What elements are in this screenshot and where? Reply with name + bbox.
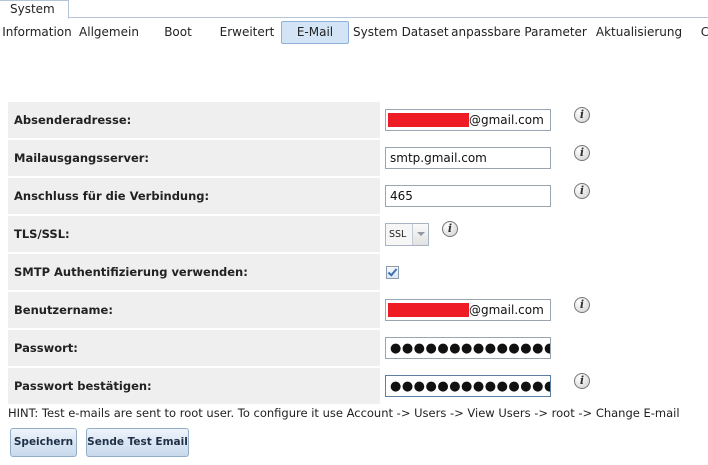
label-port: Anschluss für die Verbindung: bbox=[14, 189, 210, 203]
sender-address-input[interactable]: @gmail.com bbox=[385, 109, 551, 131]
password-input[interactable]: ●●●●●●●●●●●●●●●● bbox=[385, 337, 551, 359]
tab-system[interactable]: System bbox=[0, 0, 69, 19]
info-icon[interactable]: i bbox=[574, 297, 590, 313]
redacted-block bbox=[388, 303, 469, 317]
top-tab-bar: System bbox=[0, 0, 708, 19]
outgoing-server-input[interactable]: smtp.gmail.com bbox=[385, 147, 551, 169]
username-input[interactable]: @gmail.com bbox=[385, 299, 551, 321]
subtab-erweitert[interactable]: Erweitert bbox=[218, 21, 276, 44]
info-icon[interactable]: i bbox=[574, 183, 590, 199]
info-icon[interactable]: i bbox=[574, 373, 590, 389]
subtab-aktualisierung[interactable]: Aktualisierung bbox=[591, 21, 687, 44]
redacted-block bbox=[388, 113, 469, 127]
email-settings-page: System Information Allgemein Boot Erweit… bbox=[0, 0, 708, 465]
row-tls-ssl: TLS/SSL: SSL i bbox=[8, 216, 708, 252]
info-icon[interactable]: i bbox=[574, 145, 590, 161]
password-confirm-input[interactable]: ●●●●●●●●●●●●●●●● bbox=[385, 375, 551, 397]
row-sender-address: Absenderadresse: @gmail.com i bbox=[8, 102, 708, 138]
subtab-anpassbare-parameter[interactable]: anpassbare Parameter bbox=[451, 21, 587, 44]
row-smtp-auth: SMTP Authentifizierung verwenden: bbox=[8, 254, 708, 290]
checkmark-icon bbox=[387, 266, 398, 277]
save-button[interactable]: Speichern bbox=[10, 428, 77, 457]
password-masked-value: ●●●●●●●●●●●●●●●● bbox=[390, 341, 550, 356]
label-outgoing-server: Mailausgangsserver: bbox=[14, 151, 150, 165]
hint-text: HINT: Test e-mails are sent to root user… bbox=[8, 406, 680, 420]
subtab-email[interactable]: E-Mail bbox=[281, 21, 349, 44]
subtab-boot[interactable]: Boot bbox=[160, 21, 196, 44]
label-username: Benutzername: bbox=[14, 303, 113, 317]
subtab-allgemein[interactable]: Allgemein bbox=[78, 21, 140, 44]
port-input[interactable]: 465 bbox=[385, 185, 551, 207]
subtab-truncated[interactable]: C bbox=[698, 21, 708, 44]
label-password: Passwort: bbox=[14, 341, 78, 355]
smtp-auth-checkbox[interactable] bbox=[386, 266, 399, 279]
username-suffix: @gmail.com bbox=[469, 303, 544, 317]
row-password-confirm: Passwort bestätigen: ●●●●●●●●●●●●●●●● i bbox=[8, 368, 708, 404]
subtab-information[interactable]: Information bbox=[2, 21, 72, 44]
password-confirm-masked-value: ●●●●●●●●●●●●●●●● bbox=[390, 379, 550, 394]
row-password: Passwort: ●●●●●●●●●●●●●●●● bbox=[8, 330, 708, 366]
settings-subtabs: Information Allgemein Boot Erweitert E-M… bbox=[0, 20, 708, 46]
subtab-system-dataset[interactable]: System Dataset bbox=[353, 21, 449, 44]
tls-ssl-selected-value: SSL bbox=[389, 229, 407, 240]
label-sender-address: Absenderadresse: bbox=[14, 113, 132, 127]
label-smtp-auth: SMTP Authentifizierung verwenden: bbox=[14, 265, 248, 279]
send-test-email-button[interactable]: Sende Test Email bbox=[86, 428, 189, 457]
chevron-down-icon[interactable] bbox=[412, 224, 428, 245]
row-outgoing-server: Mailausgangsserver: smtp.gmail.com i bbox=[8, 140, 708, 176]
row-username: Benutzername: @gmail.com i bbox=[8, 292, 708, 328]
info-icon[interactable]: i bbox=[442, 221, 458, 237]
row-port: Anschluss für die Verbindung: 465 i bbox=[8, 178, 708, 214]
info-icon[interactable]: i bbox=[574, 107, 590, 123]
label-password-confirm: Passwort bestätigen: bbox=[14, 379, 152, 393]
tls-ssl-select[interactable]: SSL bbox=[385, 223, 429, 246]
sender-address-suffix: @gmail.com bbox=[469, 113, 544, 127]
label-tls-ssl: TLS/SSL: bbox=[14, 227, 70, 241]
